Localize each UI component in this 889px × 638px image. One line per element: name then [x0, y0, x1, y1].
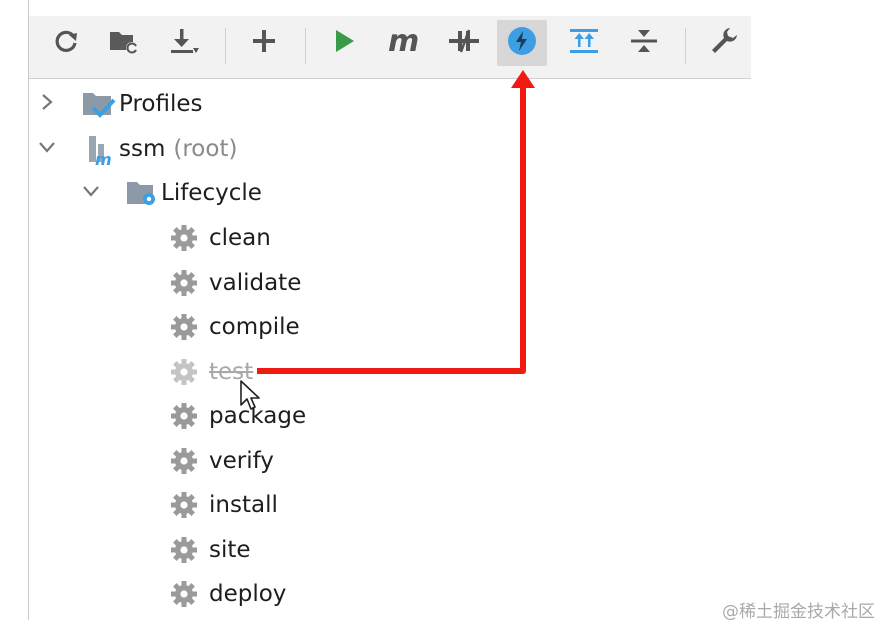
toolbar-separator: [225, 28, 226, 64]
tree-label-phase: clean: [209, 225, 271, 251]
tree-label-root-suffix: (root): [173, 136, 238, 162]
tree-label-phase: site: [209, 537, 251, 563]
gear-icon: [169, 579, 199, 609]
tree-label-phase: install: [209, 492, 278, 518]
collapse-all-button[interactable]: [619, 20, 669, 66]
gear-icon: [169, 357, 199, 387]
lifecycle-phase-package[interactable]: package: [169, 396, 306, 436]
tree-node-lifecycle[interactable]: Lifecycle: [81, 173, 262, 213]
lifecycle-phase-clean[interactable]: clean: [169, 218, 271, 258]
svg-text:m: m: [388, 26, 419, 56]
skip-tests-button[interactable]: [497, 20, 547, 66]
lifecycle-phase-compile[interactable]: compile: [169, 307, 300, 347]
gear-icon: [169, 223, 199, 253]
show-dependencies-icon: [567, 26, 601, 60]
lifecycle-phase-site[interactable]: site: [169, 530, 251, 570]
mouse-cursor-icon: [240, 380, 260, 410]
lifecycle-folder-icon: [125, 176, 161, 210]
gear-icon: [169, 535, 199, 565]
download-sources-button[interactable]: [159, 20, 209, 66]
collapse-all-icon: [628, 26, 660, 60]
lifecycle-phase-install[interactable]: install: [169, 485, 278, 525]
gear-icon: [169, 446, 199, 476]
skip-tests-icon: [506, 25, 538, 61]
maven-settings-button[interactable]: [699, 20, 749, 66]
maven-goal-icon: m: [386, 24, 422, 60]
lifecycle-phase-validate[interactable]: validate: [169, 263, 301, 303]
download-icon: [167, 26, 201, 60]
tree-label-project: ssm: [119, 136, 166, 162]
toolbar-separator: [305, 28, 306, 64]
add-project-button[interactable]: [239, 20, 289, 66]
toggle-offline-button[interactable]: [439, 20, 489, 66]
add-icon: [250, 27, 278, 59]
reload-icon: [51, 26, 81, 60]
tree-node-project[interactable]: m ssm (root): [37, 129, 237, 169]
tree-label-profiles: Profiles: [119, 91, 203, 117]
tree-node-profiles[interactable]: Profiles: [37, 84, 203, 124]
generate-sources-icon: [107, 26, 141, 60]
svg-text:m: m: [95, 150, 112, 166]
reload-button[interactable]: [41, 20, 91, 66]
generate-sources-button[interactable]: [99, 20, 149, 66]
settings-wrench-icon: [708, 25, 740, 61]
lifecycle-phase-verify[interactable]: verify: [169, 441, 274, 481]
maven-toolbar: m: [29, 16, 751, 79]
execute-goal-button[interactable]: m: [379, 20, 429, 66]
toggle-offline-icon: [447, 26, 481, 60]
tree-label-phase: verify: [209, 448, 274, 474]
profiles-folder-icon: [81, 87, 119, 121]
gear-icon: [169, 312, 199, 342]
maven-module-icon: m: [81, 132, 119, 166]
watermark: @稀土掘金技术社区: [722, 602, 875, 622]
chevron-down-icon[interactable]: [81, 181, 121, 205]
gear-icon: [169, 268, 199, 298]
tree-label-phase: compile: [209, 314, 300, 340]
lifecycle-phase-deploy[interactable]: deploy: [169, 574, 286, 614]
toolbar-separator: [685, 28, 686, 64]
tree-label-lifecycle: Lifecycle: [161, 180, 262, 206]
maven-tool-window: m Profiles m ssm (root) Lifecycle clean …: [28, 0, 751, 620]
run-button[interactable]: [319, 20, 369, 66]
chevron-down-icon[interactable]: [37, 137, 77, 161]
tree-label-phase: deploy: [209, 581, 287, 607]
gear-icon: [169, 401, 199, 431]
show-dependencies-button[interactable]: [559, 20, 609, 66]
tree-label-phase: validate: [209, 270, 302, 296]
chevron-right-icon[interactable]: [37, 92, 77, 116]
run-icon: [331, 27, 357, 59]
gear-icon: [169, 490, 199, 520]
